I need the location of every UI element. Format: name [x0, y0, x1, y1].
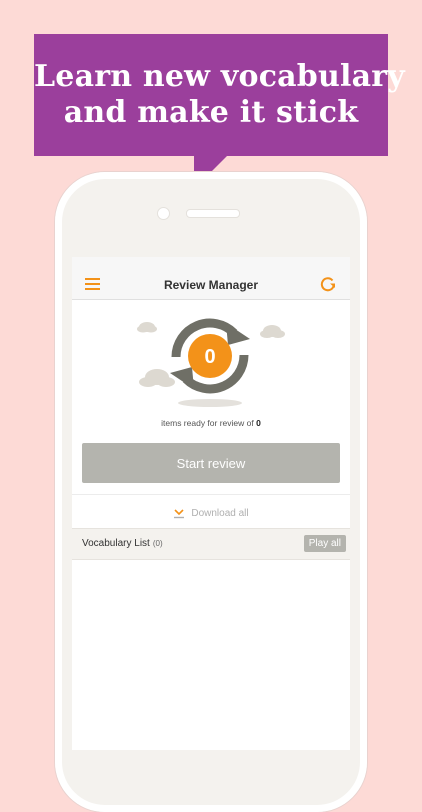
review-cycle-illustration: 0 — [137, 318, 285, 407]
play-all-button[interactable]: Play all — [303, 535, 346, 552]
app-screen: Review Manager 0 items ready for review … — [72, 257, 350, 750]
ready-label: items ready for review of — [161, 418, 254, 428]
navigation-bar: Review Manager — [72, 257, 350, 300]
vocabulary-list-header: Vocabulary List (0) Play all — [72, 528, 350, 560]
divider — [72, 494, 350, 495]
refresh-icon[interactable] — [320, 276, 336, 292]
banner-line-1: Learn new vocabulary — [34, 59, 405, 94]
vocabulary-count: (0) — [152, 539, 163, 548]
download-all-button[interactable]: Download all — [72, 505, 350, 521]
start-review-button[interactable]: Start review — [82, 443, 340, 483]
vocabulary-list-title: Vocabulary List (0) — [82, 538, 163, 549]
download-all-label: Download all — [191, 507, 249, 519]
phone-camera — [157, 207, 170, 220]
download-icon — [174, 508, 185, 518]
phone-speaker — [186, 209, 240, 218]
banner-line-2: and make it stick — [63, 95, 359, 130]
shadow — [178, 399, 242, 407]
promo-banner: Learn new vocabulary and make it stick — [34, 34, 405, 156]
cloud-icon — [260, 325, 285, 338]
review-status-text: items ready for review of 0 — [72, 418, 350, 428]
review-count: 0 — [204, 346, 215, 368]
cloud-icon — [139, 369, 175, 387]
total-count: 0 — [256, 418, 261, 428]
vocabulary-list-label: Vocabulary List — [82, 538, 150, 549]
page-title: Review Manager — [163, 278, 259, 292]
cloud-icon — [137, 322, 157, 333]
